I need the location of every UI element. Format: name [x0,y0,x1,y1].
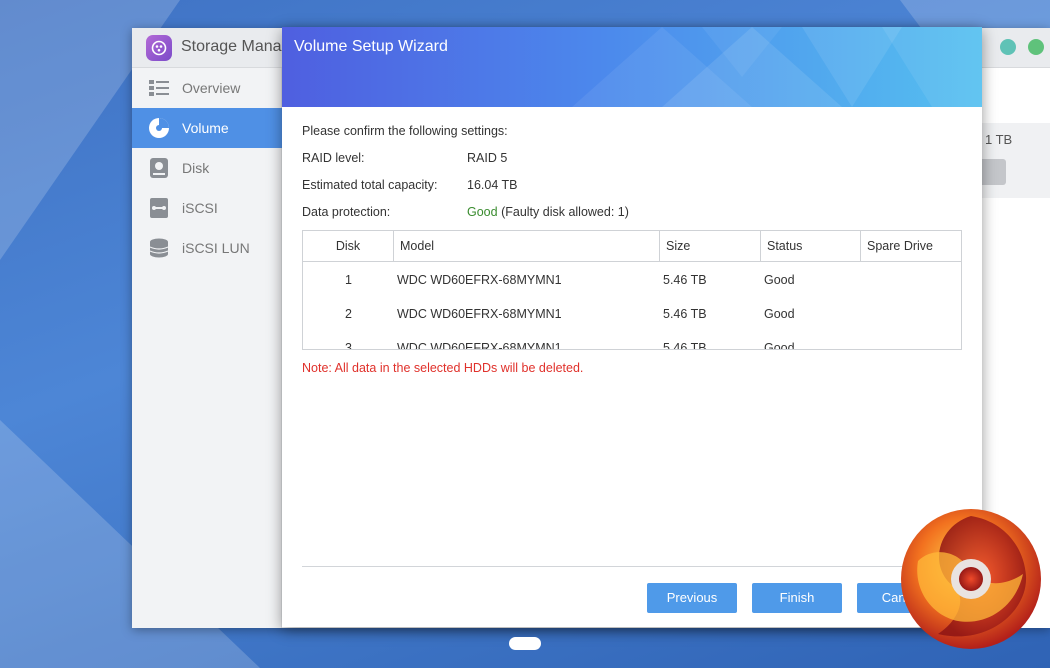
column-header-status: Status [761,231,861,262]
footer-divider [302,566,962,567]
column-header-size: Size [660,231,761,262]
volume-capacity-text: 1 TB [985,132,1013,147]
volume-icon [148,117,170,139]
sidebar-item-label: Volume [182,120,229,136]
protection-label: Data protection: [302,205,391,219]
cell-status: Good [764,341,795,350]
overview-icon [148,77,170,99]
cell-status: Good [764,273,795,287]
cell-model: WDC WD60EFRX-68MYMN1 [397,273,562,287]
cell-size: 5.46 TB [663,341,707,350]
volume-action-button[interactable] [982,159,1006,185]
sidebar-item-overview[interactable]: Overview [132,68,282,108]
table-row[interactable]: 1 WDC WD60EFRX-68MYMN1 5.46 TB Good [303,263,961,297]
raid-level-label: RAID level: [302,151,365,165]
capacity-label: Estimated total capacity: [302,178,438,192]
sidebar-item-label: Overview [182,80,241,96]
iscsi-lun-icon [148,237,170,259]
sidebar-item-label: Disk [182,160,210,176]
table-row[interactable]: 2 WDC WD60EFRX-68MYMN1 5.46 TB Good [303,297,961,331]
confirm-intro: Please confirm the following settings: [302,124,508,138]
wizard-title: Volume Setup Wizard [294,38,448,55]
column-header-spare-drive: Spare Drive [861,231,961,262]
cell-disk: 2 [345,307,352,321]
minimize-button[interactable] [1000,39,1016,55]
cell-size: 5.46 TB [663,273,707,287]
raid-level-value: RAID 5 [467,151,508,165]
deletion-warning-note: Note: All data in the selected HDDs will… [302,361,584,375]
sidebar-item-disk[interactable]: Disk [132,148,282,188]
protection-detail: (Faulty disk allowed: 1) [497,205,629,219]
cell-model: WDC WD60EFRX-68MYMN1 [397,341,562,350]
cell-size: 5.46 TB [663,307,707,321]
storage-manager-icon [146,35,172,61]
disk-icon [148,157,170,179]
sidebar-item-volume[interactable]: Volume [132,108,282,148]
column-header-disk: Disk [303,231,394,262]
protection-value: Good (Faulty disk allowed: 1) [467,205,629,219]
cell-model: WDC WD60EFRX-68MYMN1 [397,307,562,321]
disk-table: Disk Model Size Status Spare Drive 1 WDC… [302,230,962,350]
site-logo-icon [898,506,1044,652]
close-button[interactable] [1028,39,1044,55]
column-header-model: Model [394,231,660,262]
cell-disk: 3 [345,341,352,350]
table-row[interactable]: 3 WDC WD60EFRX-68MYMN1 5.46 TB Good [303,331,961,350]
sidebar-item-iscsi[interactable]: iSCSI [132,188,282,228]
storage-manager-sidebar: Overview Volume Disk iSCSI iSCSI LUN [132,68,282,628]
sidebar-item-label: iSCSI LUN [182,240,250,256]
disk-table-header: Disk Model Size Status Spare Drive [303,231,961,262]
sidebar-item-iscsi-lun[interactable]: iSCSI LUN [132,228,282,268]
protection-status: Good [467,205,498,219]
taskbar-indicator[interactable] [509,637,541,650]
volume-setup-wizard-dialog: Volume Setup Wizard Please confirm the f… [282,27,982,627]
cell-status: Good [764,307,795,321]
capacity-value: 16.04 TB [467,178,518,192]
cell-disk: 1 [345,273,352,287]
iscsi-icon [148,197,170,219]
wizard-header: Volume Setup Wizard [282,27,982,107]
previous-button[interactable]: Previous [647,583,737,613]
sidebar-item-label: iSCSI [182,200,218,216]
finish-button[interactable]: Finish [752,583,842,613]
